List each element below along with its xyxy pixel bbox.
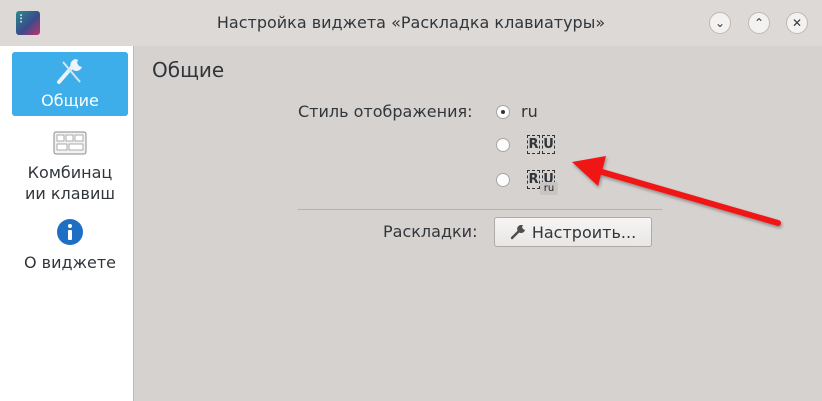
annotation-arrow xyxy=(572,156,781,226)
